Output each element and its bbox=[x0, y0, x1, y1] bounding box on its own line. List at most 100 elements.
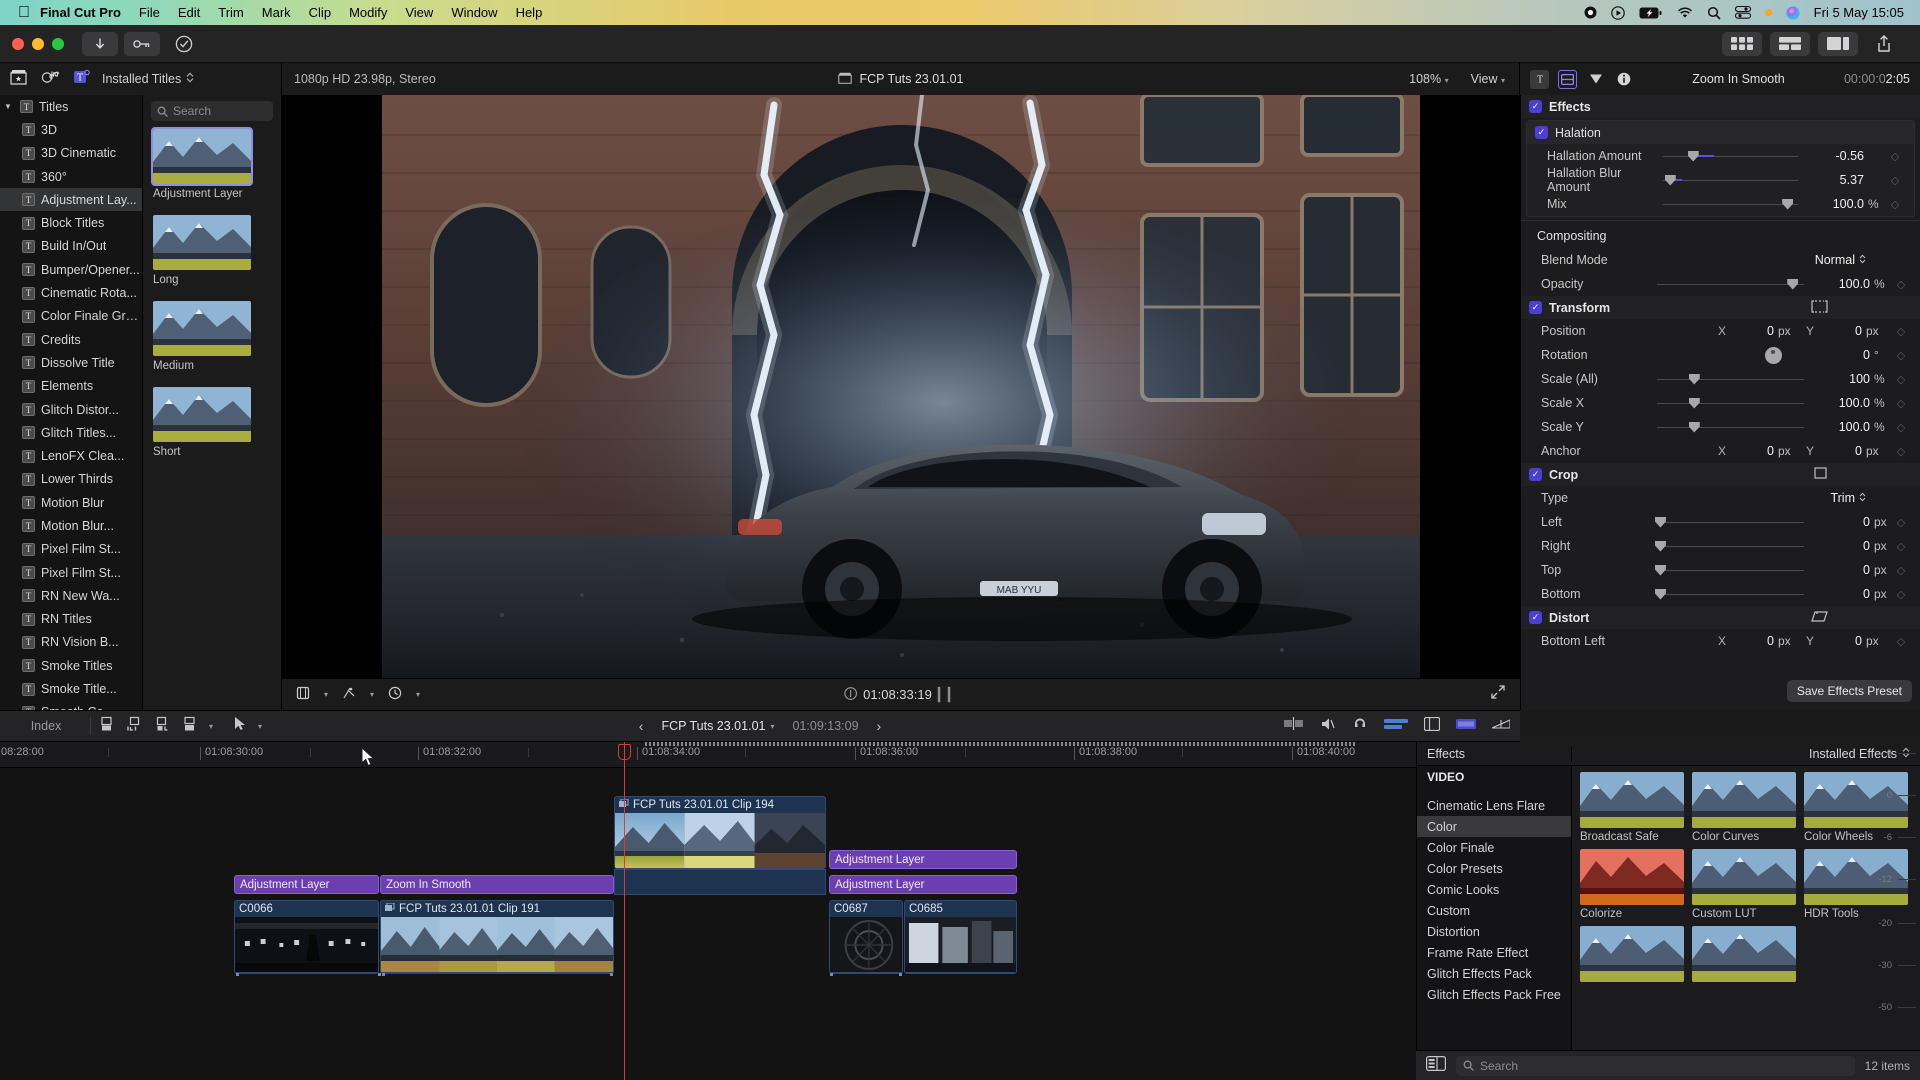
param-blend-mode[interactable]: Blend Mode Normal bbox=[1521, 248, 1920, 272]
timeline-index-toggle-icon[interactable] bbox=[1423, 716, 1441, 736]
timeline-adjustment-clip-left[interactable]: Adjustment Layer bbox=[234, 875, 379, 894]
effects-category-distortion[interactable]: Distortion bbox=[1417, 921, 1571, 942]
anchor-x-value[interactable]: 0 bbox=[1732, 444, 1774, 458]
clapboard-icon[interactable] bbox=[10, 69, 27, 90]
trim-icon[interactable] bbox=[1284, 717, 1304, 735]
chevron-down-icon[interactable]: ▾ bbox=[416, 690, 420, 699]
param-opacity[interactable]: Opacity 100.0 % ◇ bbox=[1521, 272, 1920, 296]
timeline-index-button[interactable]: Index bbox=[10, 719, 82, 733]
inspector-section-effects[interactable]: ✓ Effects bbox=[1521, 95, 1920, 118]
browser-layout-button[interactable] bbox=[1722, 31, 1762, 56]
sidebar-item-titles-root[interactable]: ▼ T Titles bbox=[0, 95, 142, 118]
sidebar-item-cinematic-rota[interactable]: T Cinematic Rota... bbox=[0, 281, 142, 304]
param-slider[interactable] bbox=[1654, 516, 1804, 528]
timeline-clip-c0066[interactable]: C0066 bbox=[234, 900, 379, 974]
effect-item-colorize[interactable]: Colorize bbox=[1580, 849, 1684, 920]
sidebar-item-dissolve-title[interactable]: T Dissolve Title bbox=[0, 351, 142, 374]
effects-search-field[interactable]: Search bbox=[1456, 1055, 1855, 1076]
insert-icon[interactable] bbox=[126, 716, 143, 737]
effects-category-color-presets[interactable]: Color Presets bbox=[1417, 858, 1571, 879]
audio-meter-icon[interactable] bbox=[1384, 717, 1408, 735]
param-value[interactable]: 0 bbox=[1812, 539, 1870, 553]
distort-checkbox[interactable]: ✓ bbox=[1529, 611, 1542, 624]
timeline-playhead[interactable] bbox=[618, 742, 631, 1080]
keyframe-button[interactable]: ◇ bbox=[1892, 564, 1910, 577]
inspector-section-crop[interactable]: ✓ Crop bbox=[1521, 463, 1920, 486]
position-x-value[interactable]: 0 bbox=[1732, 324, 1774, 338]
sidebar-item-glitch-distor[interactable]: T Glitch Distor... bbox=[0, 398, 142, 421]
sidebar-item-rn-new-wa[interactable]: T RN New Wa... bbox=[0, 584, 142, 607]
apple-menu-icon[interactable]:  bbox=[18, 4, 30, 21]
effect-item-custom-lut[interactable]: Custom LUT bbox=[1692, 849, 1796, 920]
param-value[interactable]: 100.0 bbox=[1812, 277, 1870, 291]
sidebar-item-lenofx-clea[interactable]: T LenoFX Clea... bbox=[0, 444, 142, 467]
effects-category-list[interactable]: VIDEO Cinematic Lens Flare Color Color Fina… bbox=[1417, 766, 1572, 1080]
crop-onscreen-icon[interactable] bbox=[1813, 466, 1828, 483]
menu-modify[interactable]: Modify bbox=[349, 5, 387, 20]
viewer-fullscreen-button[interactable] bbox=[1490, 684, 1506, 705]
menu-file[interactable]: File bbox=[139, 5, 160, 20]
timeline-project-selector[interactable]: FCP Tuts 23.01.01 ▾ bbox=[661, 719, 774, 733]
info-inspector-tab[interactable] bbox=[1614, 70, 1633, 89]
xy-fields[interactable]: X 0 px Y 0 px bbox=[1649, 324, 1892, 338]
param-mix[interactable]: Mix 100.0 % ◇ bbox=[1527, 192, 1914, 216]
param-crop-top[interactable]: Top 0 px ◇ bbox=[1521, 558, 1920, 582]
sidebar-item-bumper-opener[interactable]: T Bumper/Opener... bbox=[0, 258, 142, 281]
keyframe-button[interactable]: ◇ bbox=[1892, 421, 1910, 434]
sidebar-item-rn-vision-b[interactable]: T RN Vision B... bbox=[0, 631, 142, 654]
param-slider[interactable] bbox=[1657, 397, 1804, 409]
keyframe-button[interactable]: ◇ bbox=[1892, 278, 1910, 291]
photos-audio-icon[interactable] bbox=[41, 69, 60, 90]
menu-app-name[interactable]: Final Cut Pro bbox=[40, 5, 121, 20]
param-value[interactable]: 0 bbox=[1812, 563, 1870, 577]
keyframe-button[interactable]: ◇ bbox=[1892, 373, 1910, 386]
keyframe-button[interactable]: ◇ bbox=[1886, 198, 1904, 211]
param-value[interactable]: 100.0 bbox=[1806, 197, 1864, 211]
browser-thumbnail-adjustment-layer[interactable]: Adjustment Layer bbox=[151, 127, 281, 200]
param-slider[interactable] bbox=[1657, 373, 1804, 385]
sidebar-item-motion-blur[interactable]: T Motion Blur... bbox=[0, 514, 142, 537]
text-inspector-tab[interactable]: T bbox=[1530, 69, 1549, 89]
crop-type-popup[interactable]: Trim bbox=[1830, 491, 1866, 505]
timeline-clip-191[interactable]: FCP Tuts 23.01.01 Clip 191 bbox=[380, 900, 614, 974]
timeline-scroll-indicator[interactable] bbox=[645, 742, 1357, 746]
chevron-down-icon[interactable]: ▾ bbox=[370, 690, 374, 699]
sidebar-item-smoke-title[interactable]: T Smoke Title... bbox=[0, 677, 142, 700]
param-slider[interactable] bbox=[1654, 588, 1804, 600]
crop-transform-icon[interactable] bbox=[296, 686, 310, 703]
keyframe-button[interactable]: ◇ bbox=[1892, 635, 1910, 648]
effects-category-glitch-effects-pack[interactable]: Glitch Effects Pack bbox=[1417, 963, 1571, 984]
chevron-left-icon[interactable]: ‹ bbox=[639, 718, 644, 734]
viewer-timecode-display[interactable]: 01:08:33:19 ▎▎ bbox=[844, 687, 958, 703]
video-inspector-tab[interactable] bbox=[1558, 69, 1577, 89]
sidebar-item-3d-cinematic[interactable]: T 3D Cinematic bbox=[0, 142, 142, 165]
timeline-layout-button[interactable] bbox=[1770, 31, 1810, 56]
sidebar-item-color-finale-gra[interactable]: T Color Finale Gra... bbox=[0, 305, 142, 328]
position-y-value[interactable]: 0 bbox=[1820, 324, 1862, 338]
chevron-down-icon[interactable]: ▾ bbox=[324, 690, 328, 699]
sidebar-toggle-icon[interactable] bbox=[1426, 1055, 1446, 1076]
color-board-icon[interactable] bbox=[342, 686, 356, 703]
param-crop-type[interactable]: Type Trim bbox=[1521, 486, 1920, 510]
play-icon[interactable] bbox=[1610, 5, 1625, 20]
titles-sidebar[interactable]: ▼ T Titles T 3D T 3D Cinematic T 360° T Adjustm… bbox=[0, 95, 143, 710]
sidebar-item-adjustment-lay[interactable]: T Adjustment Lay... bbox=[0, 188, 142, 212]
param-scale-all[interactable]: Scale (All) 100 % ◇ bbox=[1521, 367, 1920, 391]
param-slider[interactable] bbox=[1657, 421, 1804, 433]
connect-icon[interactable] bbox=[182, 716, 198, 737]
record-icon[interactable] bbox=[1584, 6, 1597, 19]
blend-mode-popup[interactable]: Normal bbox=[1815, 253, 1866, 267]
menubar-clock[interactable]: Fri 5 May 15:05 bbox=[1814, 5, 1904, 20]
menu-trim[interactable]: Trim bbox=[218, 5, 244, 20]
rotation-dial[interactable] bbox=[1657, 346, 1804, 364]
crop-checkbox[interactable]: ✓ bbox=[1529, 468, 1542, 481]
param-bottom-left[interactable]: Bottom Left X 0 px Y 0 px ◇ bbox=[1521, 629, 1920, 653]
search-icon[interactable] bbox=[1707, 6, 1721, 20]
analysis-check-button[interactable] bbox=[166, 32, 202, 56]
menu-edit[interactable]: Edit bbox=[178, 5, 200, 20]
inspector-section-transform[interactable]: ✓ Transform bbox=[1521, 296, 1920, 319]
timeline-panel[interactable]: 08:28:00 01:08:30:00 01:08:32:00 01:08:3… bbox=[0, 742, 1416, 1080]
bottom-left-x-value[interactable]: 0 bbox=[1732, 634, 1774, 648]
param-slider[interactable] bbox=[1663, 198, 1798, 210]
keyframe-button[interactable]: ◇ bbox=[1892, 540, 1910, 553]
